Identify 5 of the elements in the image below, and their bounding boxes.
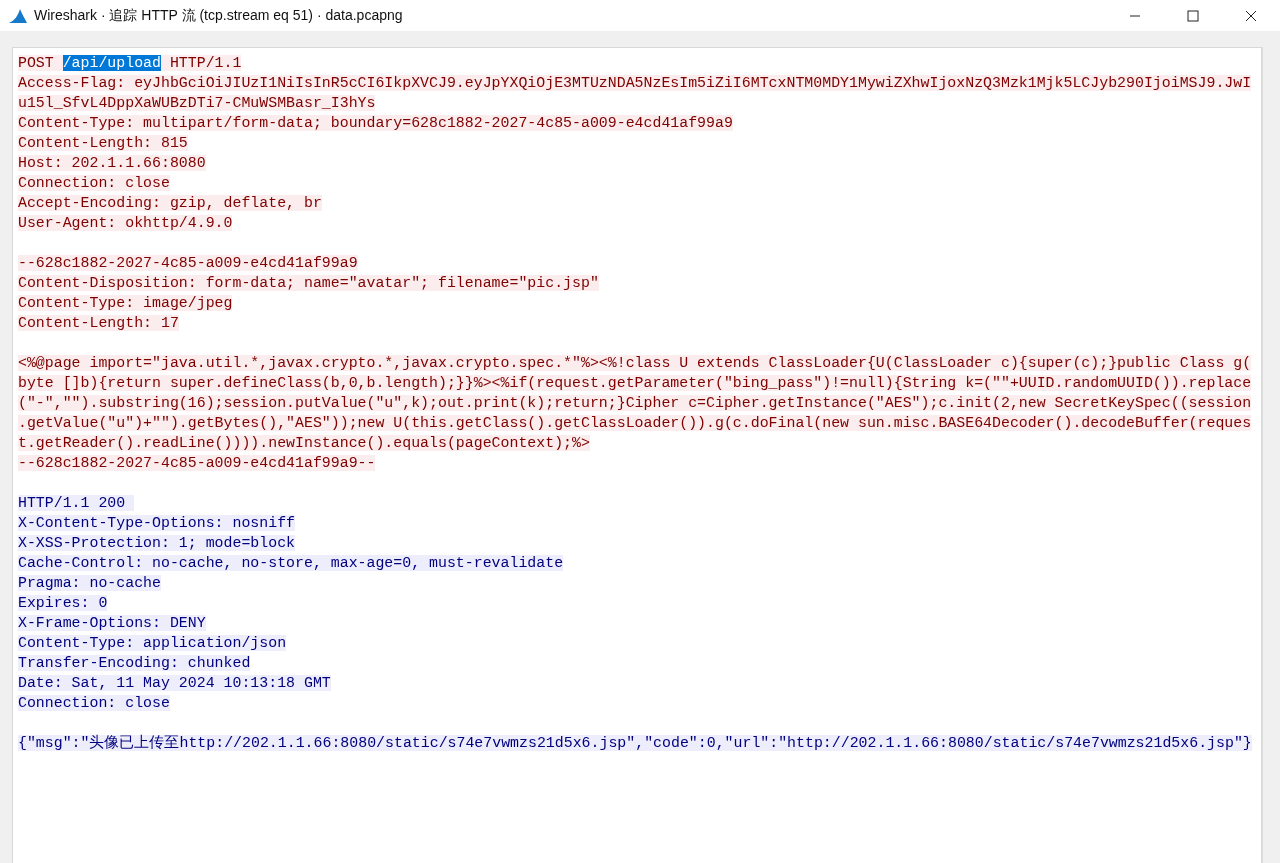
maximize-icon — [1187, 9, 1199, 22]
shark-fin-icon — [8, 7, 28, 24]
window-title: Wireshark · 追踪 HTTP 流 (tcp.stream eq 51) · data.pcapng — [34, 6, 403, 25]
close-icon — [1245, 9, 1257, 22]
stream-text-area[interactable] — [12, 47, 1262, 863]
